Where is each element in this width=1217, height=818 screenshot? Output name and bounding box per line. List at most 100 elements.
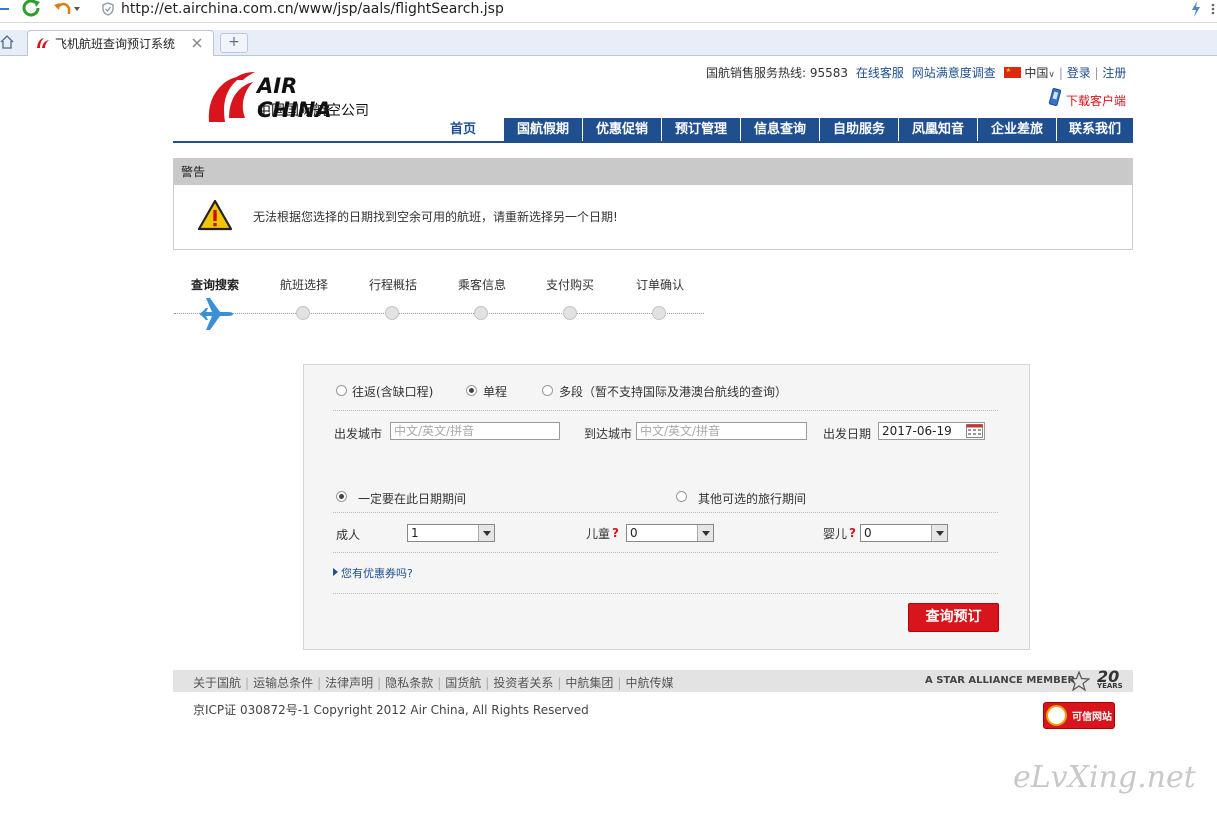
depart-city-input[interactable]: 中文/英文/拼音	[390, 422, 560, 440]
progress-track	[174, 313, 704, 314]
url-input[interactable]: http://et.airchina.com.cn/www/jsp/aals/f…	[121, 1, 504, 17]
form-divider	[333, 552, 998, 553]
trip-roundtrip-label[interactable]: 往返(含缺口程)	[352, 383, 433, 400]
register-link[interactable]: 注册	[1102, 66, 1126, 80]
warning-triangle-icon	[197, 199, 233, 231]
new-tab-button[interactable]: +	[220, 33, 248, 53]
step-flight-select: 航班选择	[280, 278, 329, 292]
footer-link[interactable]: 运输总条件	[253, 676, 313, 690]
top-info: 国航销售服务热线: 95583 在线客服 网站满意度调查 ★ 中国∨ | 登录 …	[706, 66, 1127, 80]
chevron-down-icon[interactable]	[697, 525, 713, 541]
step-confirm: 订单确认	[636, 278, 685, 292]
nav-item[interactable]: 自助服务	[819, 118, 898, 142]
step-dot	[296, 306, 310, 320]
back-arrow-icon[interactable]	[0, 2, 10, 16]
header-divider	[173, 141, 1133, 143]
step-payment: 支付购买	[546, 278, 595, 292]
step-itinerary: 行程概括	[369, 278, 418, 292]
mobile-phone-icon	[1047, 88, 1063, 108]
country-select[interactable]: 中国	[1024, 66, 1048, 80]
child-select[interactable]: 0	[626, 524, 714, 542]
nav-item[interactable]: 优惠促销	[582, 118, 661, 142]
form-divider	[333, 410, 998, 411]
airplane-icon	[198, 296, 234, 332]
nav-item[interactable]: 预订管理	[661, 118, 740, 142]
survey-link[interactable]: 网站满意度调查	[912, 66, 996, 80]
nav-item[interactable]: 企业差旅	[977, 118, 1056, 142]
footer-link[interactable]: 投资者关系	[493, 676, 553, 690]
nav-item[interactable]: 信息查询	[740, 118, 819, 142]
depart-date-value: 2017-06-19	[882, 424, 952, 438]
footer-link[interactable]: 法律声明	[325, 676, 373, 690]
lightning-icon[interactable]	[1190, 1, 1202, 17]
footer-link[interactable]: 关于国航	[193, 676, 241, 690]
nav-home[interactable]: 首页	[450, 118, 476, 142]
china-flag-icon: ★	[1003, 67, 1021, 78]
airchina-favicon-icon	[35, 36, 51, 50]
adult-label: 成人	[336, 528, 361, 542]
footer-link[interactable]: 中航集团	[565, 676, 613, 690]
star-alliance-icon	[1067, 670, 1091, 692]
online-service-link[interactable]: 在线客服	[856, 66, 904, 80]
infant-label: 婴儿	[823, 527, 848, 541]
login-link[interactable]: 登录	[1067, 66, 1091, 80]
child-label: 儿童	[586, 527, 611, 541]
depart-date-label: 出发日期	[823, 427, 872, 441]
trip-multi-radio[interactable]	[542, 385, 553, 396]
trip-oneway-label[interactable]: 单程	[483, 383, 507, 400]
nav-item[interactable]: 联系我们	[1056, 118, 1133, 142]
footer-links: 关于国航 | 运输总条件 | 法律声明 | 隐私条款 | 国货航 | 投资者关系 | 中航集团 | 中航传媒	[193, 676, 674, 690]
chevron-down-icon[interactable]: ∨	[1048, 70, 1055, 80]
logo-text-cn: 中国国际航空公司	[257, 103, 369, 119]
download-client-link[interactable]: 下载客户端	[1066, 92, 1126, 109]
hotline: 国航销售服务热线: 95583	[706, 66, 849, 80]
adult-value: 1	[411, 526, 419, 540]
date-fixed-label[interactable]: 一定要在此日期期间	[358, 490, 466, 507]
copyright: 京ICP证 030872号-1 Copyright 2012 Air China…	[193, 703, 589, 717]
warning-message: 无法根据您选择的日期找到空余可用的航班，请重新选择另一个日期!	[253, 210, 618, 224]
watermark: eLvXing.net	[1013, 760, 1196, 795]
caret-right-icon	[333, 565, 338, 576]
home-icon[interactable]	[0, 34, 14, 50]
refresh-icon[interactable]	[21, 0, 43, 19]
undo-icon[interactable]	[52, 0, 82, 18]
anniversary-sub: YEARS	[1097, 682, 1123, 690]
step-dot	[385, 306, 399, 320]
step-dot	[563, 306, 577, 320]
trust-badge[interactable]: 可信网站	[1043, 702, 1115, 729]
trust-seal-icon	[1046, 705, 1067, 726]
calendar-icon[interactable]	[966, 424, 983, 438]
nav-item[interactable]: 凤凰知音	[898, 118, 977, 142]
footer-link[interactable]: 中航传媒	[625, 676, 673, 690]
airchina-logo[interactable]: AIR CHINA 中国国际航空公司	[203, 70, 378, 128]
step-dot	[652, 306, 666, 320]
menu-icon[interactable]	[1209, 3, 1217, 15]
depart-city-label: 出发城市	[334, 427, 383, 441]
trip-roundtrip-radio[interactable]	[336, 385, 347, 396]
infant-select[interactable]: 0	[860, 524, 948, 542]
trip-multi-label[interactable]: 多段（暂不支持国际及港澳台航线的查询）	[559, 383, 787, 400]
footer-link[interactable]: 隐私条款	[385, 676, 433, 690]
adult-select[interactable]: 1	[407, 524, 495, 542]
form-divider	[333, 512, 998, 513]
nav-item[interactable]: 国航假期	[503, 118, 582, 142]
help-icon[interactable]: ?	[849, 526, 856, 540]
warning-title: 警告	[174, 159, 1132, 185]
date-flexible-radio[interactable]	[676, 491, 687, 502]
chevron-down-icon[interactable]	[931, 525, 947, 541]
coupon-link[interactable]: 您有优惠券吗?	[341, 565, 413, 581]
step-dot	[474, 306, 488, 320]
search-button[interactable]: 查询预订	[908, 603, 999, 632]
footer-link[interactable]: 国货航	[445, 676, 481, 690]
close-icon[interactable]	[192, 37, 202, 48]
date-flexible-label[interactable]: 其他可选的旅行期间	[698, 490, 806, 507]
help-icon[interactable]: ?	[612, 526, 619, 540]
arrive-city-input[interactable]: 中文/英文/拼音	[636, 422, 807, 440]
date-fixed-radio[interactable]	[336, 491, 347, 502]
trust-badge-label: 可信网站	[1072, 712, 1112, 723]
form-divider	[333, 593, 998, 594]
chevron-down-icon[interactable]	[478, 525, 494, 541]
child-value: 0	[630, 526, 638, 540]
step-passenger: 乘客信息	[458, 278, 507, 292]
trip-oneway-radio[interactable]	[466, 385, 477, 396]
